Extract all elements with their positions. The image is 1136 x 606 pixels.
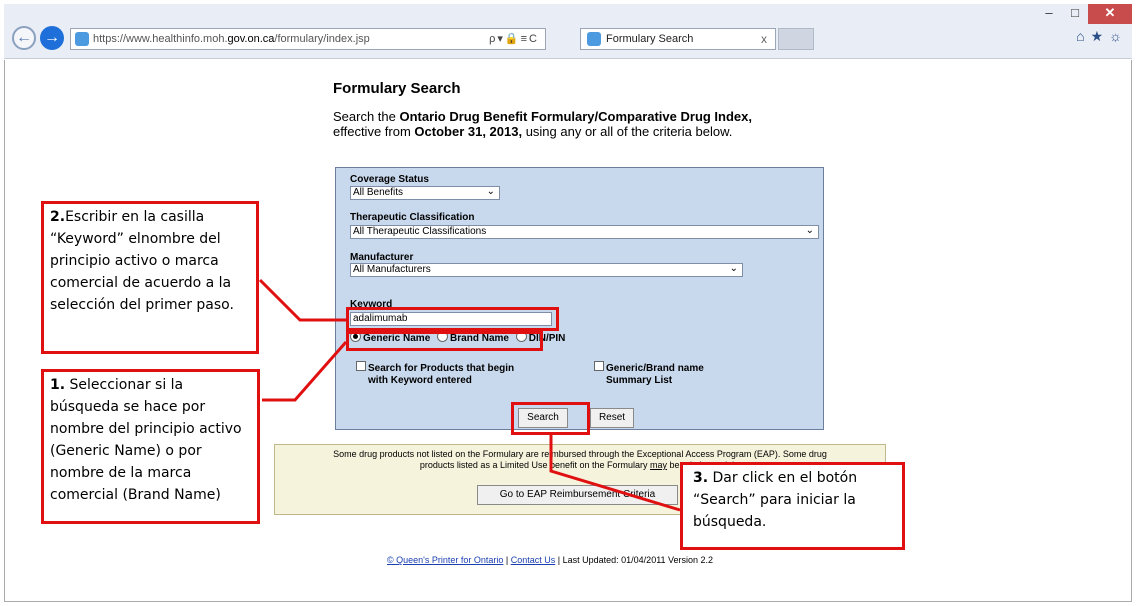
tab-close-icon[interactable]: x	[761, 29, 767, 49]
window-controls: – □ ✕	[1036, 4, 1132, 24]
therapeutic-classification-label: Therapeutic Classification	[350, 212, 475, 223]
search-highlight	[511, 402, 590, 435]
manufacturer-select[interactable]: All Manufacturers ⌄	[350, 263, 743, 277]
callout-step-3: 3. Dar click en el botón “Search” para i…	[680, 462, 905, 550]
eap-criteria-button[interactable]: Go to EAP Reimbursement Criteria	[477, 485, 678, 505]
chevron-down-icon: ⌄	[486, 186, 495, 197]
callout-step-2: 2.Escribir en la casilla “Keyword” elnom…	[41, 201, 259, 354]
new-tab-button[interactable]	[778, 28, 814, 50]
search-form-panel: Coverage Status All Benefits ⌄ Therapeuti…	[335, 167, 824, 430]
manufacturer-label: Manufacturer	[350, 252, 414, 263]
address-bar[interactable]: https://www.healthinfo.moh.gov.on.ca/for…	[70, 28, 546, 50]
summary-list-label: Generic/Brand name Summary List	[606, 363, 704, 386]
begin-with-keyword-checkbox[interactable]	[356, 361, 366, 371]
browser-chrome: – □ ✕ ← → https://www.healthinfo.moh.gov…	[4, 4, 1132, 59]
coverage-status-label: Coverage Status	[350, 174, 429, 185]
reset-button[interactable]: Reset	[590, 408, 634, 428]
tab-favicon-icon	[587, 32, 601, 46]
intro-text: Search the Ontario Drug Benefit Formular…	[333, 109, 752, 139]
summary-list-checkbox[interactable]	[594, 361, 604, 371]
tab-formulary-search[interactable]: Formulary Search x	[580, 28, 776, 50]
forward-arrow-icon[interactable]: →	[40, 26, 64, 50]
last-updated-text: | Last Updated: 01/04/2011 Version 2.2	[555, 555, 714, 565]
begin-with-keyword-label: Search for Products that begin with Keyw…	[368, 363, 515, 386]
maximize-button[interactable]: □	[1062, 4, 1088, 24]
radio-highlight	[346, 331, 543, 351]
chevron-down-icon: ⌄	[805, 225, 814, 236]
coverage-status-select[interactable]: All Benefits ⌄	[350, 186, 500, 200]
queens-printer-link[interactable]: © Queen's Printer for Ontario	[387, 555, 503, 565]
home-favorites-settings-icon[interactable]: ⌂★☼	[1076, 28, 1128, 45]
page-footer: © Queen's Printer for Ontario | Contact …	[387, 555, 714, 565]
therapeutic-classification-select[interactable]: All Therapeutic Classifications ⌄	[350, 225, 819, 239]
chevron-down-icon: ⌄	[729, 263, 738, 274]
keyword-highlight	[346, 307, 559, 331]
back-arrow-icon[interactable]: ←	[12, 26, 36, 50]
address-tools-icon[interactable]: ρ▾🔒≡C	[489, 29, 539, 49]
minimize-button[interactable]: –	[1036, 4, 1062, 24]
page-title: Formulary Search	[333, 80, 461, 97]
callout-step-1: 1. Seleccionar si la búsqueda se hace po…	[41, 369, 260, 524]
may-link[interactable]: may	[650, 460, 667, 470]
tab-title: Formulary Search	[606, 33, 694, 45]
eap-notice-text: Some drug products not listed on the For…	[333, 449, 827, 459]
site-favicon-icon	[75, 32, 89, 46]
contact-us-link[interactable]: Contact Us	[511, 555, 556, 565]
address-url: https://www.healthinfo.moh.gov.on.ca/for…	[93, 33, 370, 45]
close-window-button[interactable]: ✕	[1088, 4, 1132, 24]
